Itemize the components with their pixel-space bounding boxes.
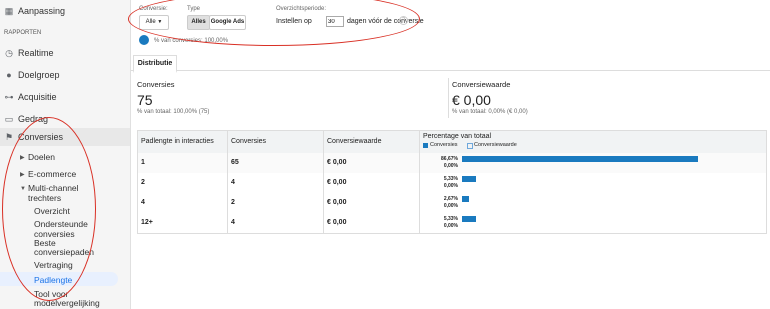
cell-pct-conversies: 5,33% <box>443 216 458 222</box>
legend-conversiewaarde: Conversiewaarde <box>474 142 517 148</box>
cell-padlengte: 4 <box>141 199 145 206</box>
cell-padlengte: 2 <box>141 179 145 186</box>
summary-val-sub: % van totaal: 0,00% (€ 0,00) <box>452 109 528 115</box>
legend-conversies: Conversies <box>430 142 458 148</box>
sidebar-item-overzicht[interactable]: Overzicht <box>34 206 70 216</box>
sidebar-item-ondersteunde[interactable]: Ondersteunde <box>34 219 88 229</box>
type-google-ads-button[interactable]: Google Ads <box>209 15 246 30</box>
sidebar-item-gedrag[interactable]: ▭ Gedrag <box>0 112 130 126</box>
screen-icon: ▭ <box>4 114 14 124</box>
main-content: Conversie: Alle ▼ Type Alles Google Ads … <box>128 0 770 309</box>
cell-conversiewaarde: € 0,00 <box>327 199 347 206</box>
sidebar-item-doelen[interactable]: Doelen <box>28 152 55 162</box>
cell-pct-conversies: 86,67% <box>441 156 458 162</box>
cell-pct-conversies: 5,33% <box>443 176 458 182</box>
segment-percentage: % van conversies: 100,00% <box>154 38 229 44</box>
clock-icon: ◷ <box>5 48 13 58</box>
sidebar-item-doelgroep[interactable]: ● Doelgroep <box>0 68 130 82</box>
sidebar-item-beste-line2: conversiepaden <box>34 247 95 257</box>
person-icon: ● <box>6 70 12 80</box>
bar-conversies <box>462 156 698 162</box>
help-icon[interactable]: ? <box>399 16 408 25</box>
segment-dot-icon <box>139 35 149 45</box>
sidebar-item-vertraging[interactable]: Vertraging <box>34 260 73 270</box>
sidebar-item-tool-line2: modelvergelijking <box>34 298 100 308</box>
bar-conversies <box>462 176 476 182</box>
sidebar-item-conversies[interactable]: ⚑ Conversies <box>0 128 130 146</box>
expand-triangle-icon: ▶ <box>20 155 25 161</box>
cell-pct-conversies: 2,67% <box>443 196 458 202</box>
dropdown-icon: ▼ <box>157 19 163 25</box>
cell-padlengte: 12+ <box>141 219 153 226</box>
summary-divider <box>448 78 449 118</box>
cell-conversiewaarde: € 0,00 <box>327 179 347 186</box>
summary-val-value: € 0,00 <box>452 92 491 108</box>
periode-input[interactable] <box>326 16 344 27</box>
cell-conversies: 4 <box>231 179 235 186</box>
sidebar-item-realtime[interactable]: ◷ Realtime <box>0 46 130 60</box>
header-conversies[interactable]: Conversies <box>231 138 266 145</box>
cell-pct-conversiewaarde: 0,00% <box>443 163 458 169</box>
bar-conversies <box>462 196 469 202</box>
conversie-label: Conversie: <box>139 6 168 12</box>
cell-conversiewaarde: € 0,00 <box>327 219 347 226</box>
summary-conv-value: 75 <box>137 92 153 108</box>
sidebar-item-multichannel[interactable]: Multi-channel <box>28 183 79 193</box>
sidebar-item-multichannel-line2: trechters <box>28 193 62 203</box>
cell-padlengte: 1 <box>141 159 145 166</box>
header-padlengte[interactable]: Padlengte in interacties <box>141 138 214 145</box>
tab-distributie[interactable]: Distributie <box>133 55 177 73</box>
grid-icon: ▦ <box>4 6 14 16</box>
cell-pct-conversiewaarde: 0,00% <box>443 203 458 209</box>
type-label: Type <box>187 6 201 12</box>
periode-label: Overzichtsperiode: <box>276 6 327 12</box>
header-percentage: Percentage van totaal <box>423 133 492 140</box>
cell-conversiewaarde: € 0,00 <box>327 159 347 166</box>
acquisition-icon: ⊶ <box>4 92 14 102</box>
cell-pct-conversiewaarde: 0,00% <box>443 183 458 189</box>
cell-conversies: 65 <box>231 159 239 166</box>
legend-conversies-swatch <box>423 143 428 148</box>
sidebar-item-aanpassing[interactable]: ▦ Aanpassing <box>0 4 130 18</box>
collapse-triangle-icon: ▼ <box>20 186 26 192</box>
conversie-dropdown[interactable]: Alle ▼ <box>139 15 169 30</box>
sidebar-item-ecommerce[interactable]: E-commerce <box>28 169 76 179</box>
cell-pct-conversiewaarde: 0,00% <box>443 223 458 229</box>
flag-icon: ⚑ <box>4 132 14 142</box>
tab-divider <box>131 70 770 71</box>
cell-conversies: 2 <box>231 199 235 206</box>
summary-val-label: Conversiewaarde <box>452 80 511 89</box>
periode-suffix: dagen vóór de conversie <box>347 18 424 25</box>
summary-conv-label: Conversies <box>137 80 175 89</box>
header-conversiewaarde[interactable]: Conversiewaarde <box>327 138 381 145</box>
legend-conversiewaarde-swatch <box>467 143 473 149</box>
type-alles-button[interactable]: Alles <box>187 15 210 30</box>
bar-conversies <box>462 216 476 222</box>
cell-conversies: 4 <box>231 219 235 226</box>
sidebar-item-padlengte[interactable]: Padlengte <box>34 275 72 285</box>
summary-conv-sub: % van totaal: 100,00% (75) <box>137 109 210 115</box>
sidebar-item-label: Aanpassing <box>18 6 66 16</box>
periode-prefix: Instellen op <box>276 18 312 25</box>
expand-triangle-icon: ▶ <box>20 172 25 178</box>
sidebar: ▦ Aanpassing RAPPORTEN ◷ Realtime ● Doel… <box>0 0 131 309</box>
sidebar-item-acquisitie[interactable]: ⊶ Acquisitie <box>0 90 130 104</box>
